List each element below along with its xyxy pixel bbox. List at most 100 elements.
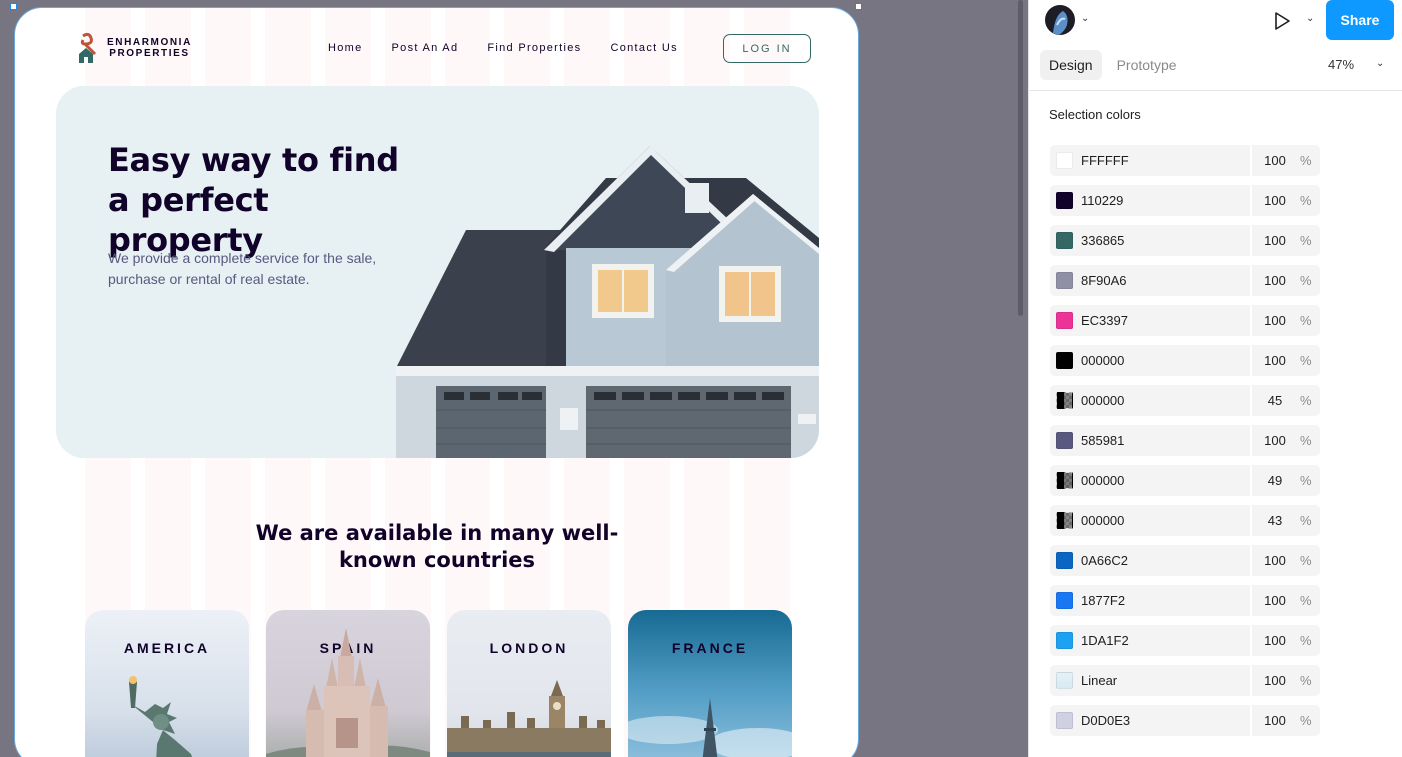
color-row[interactable]: 1877F2 100% <box>1050 585 1320 616</box>
color-swatch[interactable] <box>1056 432 1073 449</box>
percent-sign: % <box>1300 193 1312 208</box>
nav-home[interactable]: Home <box>328 42 363 54</box>
landing-page-frame[interactable]: ENHARMONIA PROPERTIES Home Post An Ad Fi… <box>14 7 859 757</box>
nav-post-an-ad[interactable]: Post An Ad <box>392 42 459 54</box>
color-row-divider <box>1250 585 1252 616</box>
color-row[interactable]: EC3397 100% <box>1050 305 1320 336</box>
color-row[interactable]: 110229 100% <box>1050 185 1320 216</box>
present-play-icon[interactable] <box>1271 10 1293 32</box>
color-swatch[interactable] <box>1056 312 1073 329</box>
color-swatch[interactable] <box>1056 512 1073 529</box>
color-opacity-value[interactable]: 100 <box>1258 553 1292 568</box>
percent-sign: % <box>1300 273 1312 288</box>
user-avatar[interactable] <box>1045 5 1075 35</box>
color-row[interactable]: FFFFFF 100% <box>1050 145 1320 176</box>
color-opacity-value[interactable]: 100 <box>1258 593 1292 608</box>
color-row[interactable]: 1DA1F2 100% <box>1050 625 1320 656</box>
color-opacity-value[interactable]: 100 <box>1258 193 1292 208</box>
color-opacity-value[interactable]: 100 <box>1258 313 1292 328</box>
color-swatch[interactable] <box>1056 232 1073 249</box>
login-button[interactable]: LOG IN <box>723 34 811 63</box>
color-opacity-value[interactable]: 45 <box>1258 393 1292 408</box>
zoom-level[interactable]: 47% <box>1328 57 1354 72</box>
zoom-chevron-down-icon[interactable]: ⌄ <box>1376 58 1384 69</box>
color-opacity-value[interactable]: 43 <box>1258 513 1292 528</box>
color-swatch[interactable] <box>1056 352 1073 369</box>
color-swatch[interactable] <box>1056 552 1073 569</box>
design-canvas[interactable]: ENHARMONIA PROPERTIES Home Post An Ad Fi… <box>0 0 1028 757</box>
color-opacity-value[interactable]: 100 <box>1258 353 1292 368</box>
color-hex-value[interactable]: 110229 <box>1081 193 1123 208</box>
panel-divider <box>1029 90 1402 91</box>
color-swatch[interactable] <box>1056 152 1073 169</box>
country-card-america[interactable]: AMERICA <box>85 610 249 757</box>
color-swatch[interactable] <box>1056 712 1073 729</box>
color-hex-value[interactable]: 000000 <box>1081 473 1124 488</box>
color-row-divider <box>1250 505 1252 536</box>
color-swatch[interactable] <box>1056 672 1073 689</box>
country-label: FRANCE <box>671 640 749 656</box>
color-hex-value[interactable]: 0A66C2 <box>1081 553 1128 568</box>
avatar-chevron-down-icon[interactable]: ⌄ <box>1081 13 1089 24</box>
percent-sign: % <box>1300 593 1312 608</box>
color-hex-value[interactable]: 8F90A6 <box>1081 273 1127 288</box>
country-card-france[interactable]: FRANCE <box>628 610 792 757</box>
color-row[interactable]: 585981 100% <box>1050 425 1320 456</box>
color-swatch[interactable] <box>1056 392 1073 409</box>
share-button[interactable]: Share <box>1326 0 1394 40</box>
color-opacity-value[interactable]: 100 <box>1258 673 1292 688</box>
color-hex-value[interactable]: 1877F2 <box>1081 593 1125 608</box>
color-hex-value[interactable]: Linear <box>1081 673 1117 688</box>
color-row[interactable]: 336865 100% <box>1050 225 1320 256</box>
nav-contact-us[interactable]: Contact Us <box>610 42 677 54</box>
country-card-london[interactable]: LONDON <box>447 610 611 757</box>
logo-mark-icon <box>79 32 97 63</box>
color-swatch[interactable] <box>1056 272 1073 289</box>
color-opacity-value[interactable]: 100 <box>1258 233 1292 248</box>
properties-panel: ⌄ ⌄ Share Design Prototype 47% ⌄ Selecti… <box>1028 0 1402 757</box>
site-logo[interactable]: ENHARMONIA PROPERTIES <box>77 32 192 64</box>
color-row[interactable]: 000000 100% <box>1050 345 1320 376</box>
logo-text: ENHARMONIA PROPERTIES <box>107 37 192 59</box>
color-swatch[interactable] <box>1056 472 1073 489</box>
percent-sign: % <box>1300 513 1312 528</box>
house-image <box>396 146 819 458</box>
color-row[interactable]: Linear 100% <box>1050 665 1320 696</box>
color-row[interactable]: 0A66C2 100% <box>1050 545 1320 576</box>
color-row[interactable]: 000000 45% <box>1050 385 1320 416</box>
color-hex-value[interactable]: 000000 <box>1081 513 1124 528</box>
hero-subtitle: We provide a complete service for the sa… <box>108 250 377 287</box>
color-opacity-value[interactable]: 49 <box>1258 473 1292 488</box>
tab-prototype[interactable]: Prototype <box>1108 50 1186 80</box>
color-row[interactable]: 000000 43% <box>1050 505 1320 536</box>
color-hex-value[interactable]: 000000 <box>1081 353 1124 368</box>
color-opacity-value[interactable]: 100 <box>1258 633 1292 648</box>
color-opacity-value[interactable]: 100 <box>1258 433 1292 448</box>
color-hex-value[interactable]: 336865 <box>1081 233 1124 248</box>
present-chevron-down-icon[interactable]: ⌄ <box>1306 13 1314 24</box>
color-hex-value[interactable]: FFFFFF <box>1081 153 1129 168</box>
color-row[interactable]: 000000 49% <box>1050 465 1320 496</box>
eiffel-tower-image <box>628 698 792 757</box>
color-hex-value[interactable]: 1DA1F2 <box>1081 633 1129 648</box>
color-hex-value[interactable]: 585981 <box>1081 433 1124 448</box>
color-row[interactable]: D0D0E3 100% <box>1050 705 1320 736</box>
tab-design[interactable]: Design <box>1040 50 1102 80</box>
color-opacity-value[interactable]: 100 <box>1258 713 1292 728</box>
percent-sign: % <box>1300 433 1312 448</box>
color-row-divider <box>1250 625 1252 656</box>
color-swatch[interactable] <box>1056 192 1073 209</box>
selection-handle-top-right[interactable] <box>855 3 862 10</box>
color-opacity-value[interactable]: 100 <box>1258 273 1292 288</box>
color-hex-value[interactable]: EC3397 <box>1081 313 1128 328</box>
color-hex-value[interactable]: D0D0E3 <box>1081 713 1130 728</box>
canvas-scrollbar[interactable] <box>1018 0 1023 316</box>
color-hex-value[interactable]: 000000 <box>1081 393 1124 408</box>
color-row[interactable]: 8F90A6 100% <box>1050 265 1320 296</box>
nav-find-properties[interactable]: Find Properties <box>487 42 581 54</box>
color-swatch[interactable] <box>1056 632 1073 649</box>
country-card-spain[interactable]: SPAIN <box>266 610 430 757</box>
selection-handle-top-left[interactable] <box>10 3 17 10</box>
color-swatch[interactable] <box>1056 592 1073 609</box>
color-opacity-value[interactable]: 100 <box>1258 153 1292 168</box>
